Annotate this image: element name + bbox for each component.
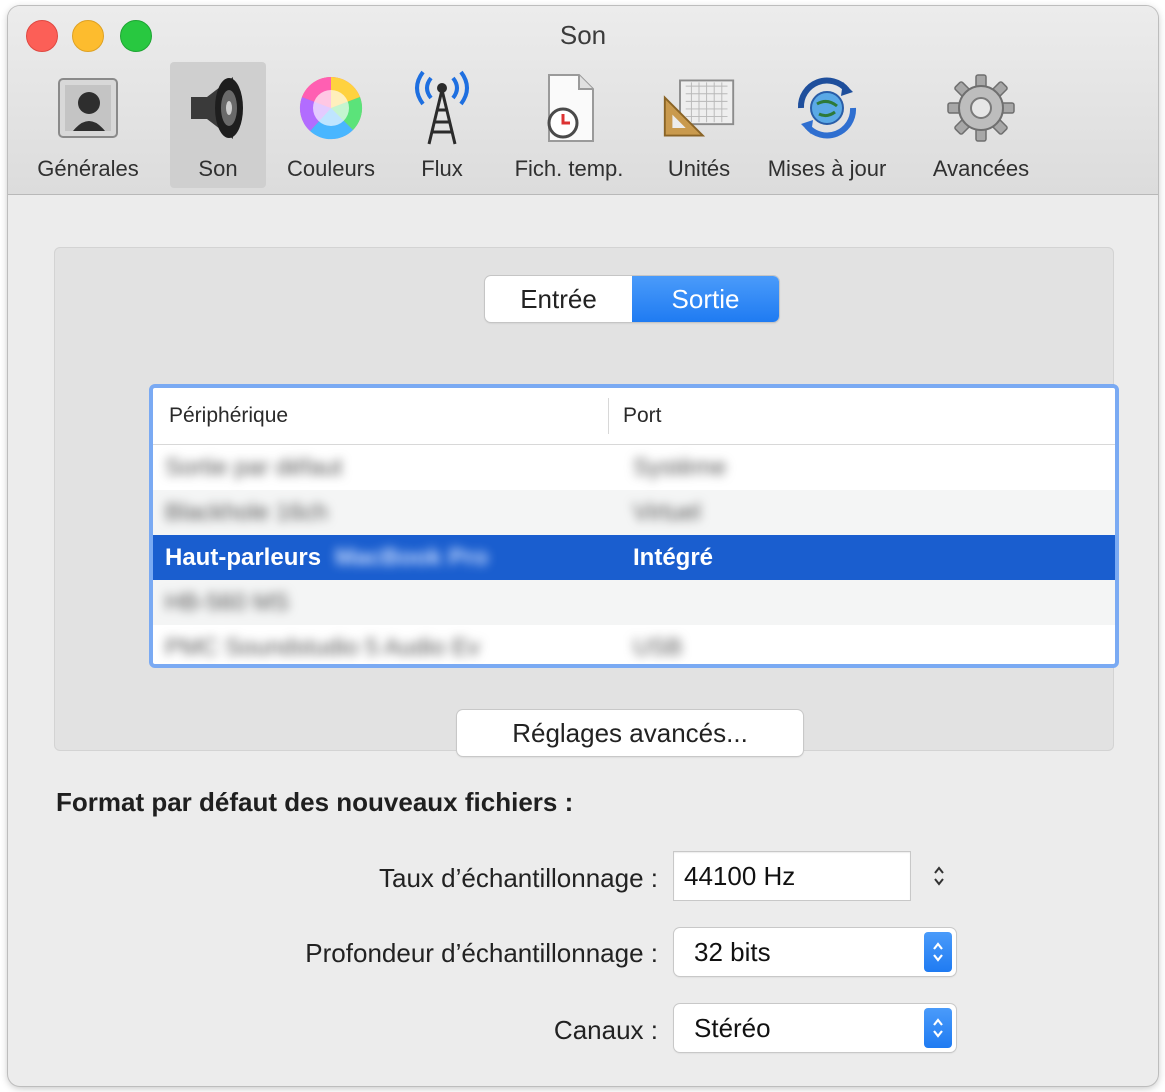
chevron-up-down-icon bbox=[924, 1008, 952, 1048]
device-name-model: MacBook Pro bbox=[335, 543, 489, 571]
toolbar-item-general[interactable]: Générales bbox=[16, 62, 160, 188]
advanced-settings-button[interactable]: Réglages avancés... bbox=[457, 710, 803, 756]
input-output-segmented-control[interactable]: Entrée Sortie bbox=[485, 276, 779, 322]
general-icon bbox=[50, 70, 126, 146]
ruler-icon bbox=[661, 70, 737, 146]
table-row[interactable]: Blackhole 16ch Virtuel bbox=[153, 490, 1115, 535]
antenna-icon bbox=[404, 70, 480, 146]
column-header-device[interactable]: Périphérique bbox=[153, 398, 609, 434]
tab-input[interactable]: Entrée bbox=[485, 276, 632, 322]
device-group-box: Entrée Sortie Périphérique Port Sortie p… bbox=[54, 247, 1119, 756]
device-port: Virtuel bbox=[633, 498, 701, 526]
table-row[interactable]: Sortie par défaut Système bbox=[153, 445, 1115, 490]
toolbar-label: Unités bbox=[667, 156, 731, 181]
device-name: HB-560 MS bbox=[165, 588, 290, 616]
update-globe-icon bbox=[789, 70, 865, 146]
tab-output[interactable]: Sortie bbox=[632, 276, 779, 322]
chevron-up-down-icon bbox=[924, 932, 952, 972]
device-port: Intégré bbox=[633, 543, 714, 571]
column-header-port[interactable]: Port bbox=[609, 404, 662, 428]
toolbar-item-sound[interactable]: Son bbox=[170, 62, 266, 188]
toolbar-item-streams[interactable]: Flux bbox=[396, 62, 488, 188]
toolbar-label: Générales bbox=[37, 156, 139, 181]
temp-file-icon bbox=[531, 70, 607, 146]
toolbar-label: Fich. temp. bbox=[514, 156, 624, 181]
window-title: Son bbox=[559, 20, 607, 50]
gear-icon bbox=[943, 70, 1019, 146]
bit-depth-value: 32 bits bbox=[694, 936, 771, 967]
toolbar-label: Mises à jour bbox=[767, 156, 887, 181]
device-name: Blackhole 16ch bbox=[165, 498, 328, 526]
chevron-up-down-icon bbox=[934, 866, 944, 886]
device-table[interactable]: Périphérique Port Sortie par défaut Syst… bbox=[149, 384, 1119, 668]
table-row[interactable]: HB-560 MS bbox=[153, 580, 1115, 625]
table-header: Périphérique Port bbox=[153, 388, 1115, 445]
table-row[interactable]: PMC Soundstudio 5 Audio Ev USB bbox=[153, 625, 1115, 664]
table-row-selected[interactable]: Haut-parleurs MacBook Pro Intégré bbox=[153, 535, 1115, 580]
bit-depth-label: Profondeur d’échantillonnage : bbox=[305, 938, 658, 968]
toolbar-label: Flux bbox=[421, 156, 463, 181]
sample-rate-field[interactable]: 44100 Hz bbox=[674, 852, 910, 900]
color-wheel-icon bbox=[293, 70, 369, 146]
toolbar-label: Couleurs bbox=[286, 156, 376, 181]
device-name: Haut-parleurs bbox=[165, 543, 322, 571]
device-name-cell: Haut-parleurs MacBook Pro bbox=[153, 544, 623, 572]
toolbar-item-colors[interactable]: Couleurs bbox=[274, 62, 388, 188]
sample-rate-stepper[interactable] bbox=[928, 852, 950, 900]
toolbar-item-temp-files[interactable]: Fich. temp. bbox=[494, 62, 644, 188]
preferences-window: Son Générales Son Couleurs Flux Fich. te… bbox=[8, 6, 1158, 1086]
channels-value: Stéréo bbox=[694, 1012, 771, 1043]
title-bar: Son Générales Son Couleurs Flux Fich. te… bbox=[8, 6, 1158, 195]
channels-popup[interactable]: Stéréo bbox=[674, 1004, 956, 1052]
device-name: Sortie par défaut bbox=[165, 453, 343, 481]
device-port: USB bbox=[633, 633, 683, 661]
toolbar-item-updates[interactable]: Mises à jour bbox=[750, 62, 904, 188]
toolbar-item-advanced[interactable]: Avancées bbox=[916, 62, 1046, 188]
sample-rate-label: Taux d’échantillonnage : bbox=[379, 863, 658, 893]
section-title: Format par défaut des nouveaux fichiers … bbox=[56, 787, 574, 817]
speaker-icon bbox=[180, 70, 256, 146]
sound-pane: Entrée Sortie Périphérique Port Sortie p… bbox=[8, 195, 1158, 1085]
toolbar-item-units[interactable]: Unités bbox=[656, 62, 742, 188]
toolbar-label: Son bbox=[198, 156, 238, 181]
device-port: Système bbox=[633, 453, 727, 481]
bit-depth-popup[interactable]: 32 bits bbox=[674, 928, 956, 976]
toolbar-label: Avancées bbox=[932, 156, 1030, 181]
channels-label: Canaux : bbox=[553, 1015, 658, 1045]
device-name: PMC Soundstudio 5 Audio Ev bbox=[165, 633, 480, 661]
